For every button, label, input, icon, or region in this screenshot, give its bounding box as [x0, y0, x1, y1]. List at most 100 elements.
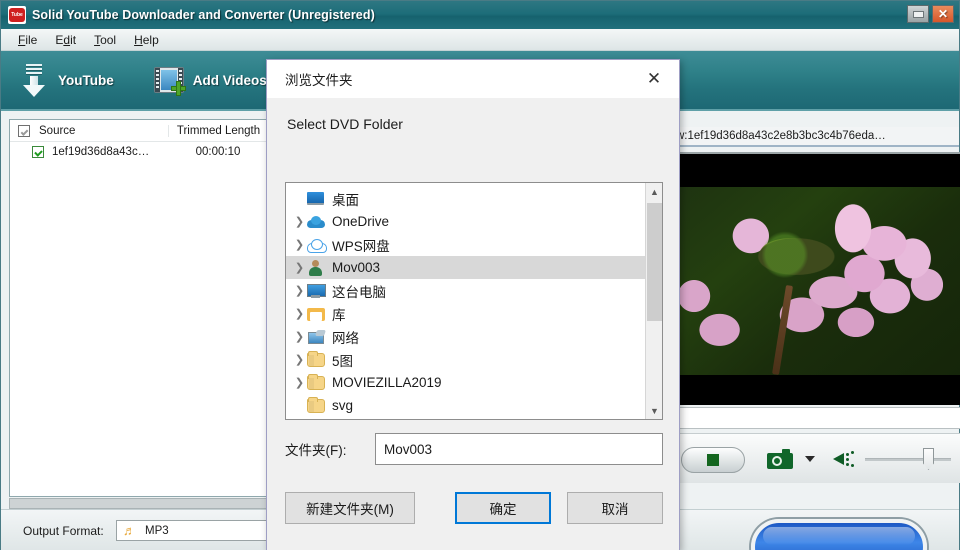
- menubar: FFileile Edit Tool Help: [1, 29, 959, 51]
- row-trimmed-length: 00:00:10: [168, 146, 268, 158]
- output-format-label: Output Format:: [23, 524, 104, 538]
- tree-item-this-pc[interactable]: ❯ 这台电脑: [286, 279, 646, 302]
- table-row[interactable]: 1ef19d36d8a43c… 00:00:10: [10, 142, 270, 162]
- folder-name-row: 文件夹(F): Mov003: [285, 432, 663, 466]
- select-all-checkbox[interactable]: [18, 125, 30, 137]
- user-icon: [307, 260, 329, 276]
- dialog-heading: Select DVD Folder: [267, 98, 679, 132]
- ok-button[interactable]: 确定: [455, 492, 551, 524]
- stop-square-icon: [707, 454, 719, 466]
- tree-item-label: Mov003: [329, 260, 380, 275]
- tree-item-wps-cloud[interactable]: ❯ WPS网盘: [286, 233, 646, 256]
- chevron-down-icon[interactable]: [805, 456, 815, 462]
- tree-expander[interactable]: ❯: [292, 215, 307, 228]
- seek-bar[interactable]: [677, 407, 960, 429]
- tree-expander[interactable]: ❯: [292, 238, 307, 251]
- youtube-download-button[interactable]: YouTube: [19, 63, 114, 97]
- tree-item-label: 网络: [329, 327, 359, 347]
- row-source-cell: 1ef19d36d8a43c…: [10, 146, 168, 158]
- folder-tree[interactable]: 桌面 ❯ OneDrive ❯ WPS网盘 ❯ Mov003: [285, 182, 663, 420]
- snapshot-button[interactable]: [767, 449, 793, 469]
- menu-item-help[interactable]: Help: [125, 31, 168, 49]
- folder-icon: [307, 399, 329, 413]
- column-header-source-cell: Source: [10, 125, 168, 137]
- close-icon: ✕: [938, 7, 948, 21]
- menu-item-tool[interactable]: Tool: [85, 31, 125, 49]
- volume-slider-track[interactable]: [865, 458, 951, 461]
- tree-item-desktop[interactable]: 桌面: [286, 187, 646, 210]
- tree-item-svg[interactable]: svg: [286, 394, 646, 417]
- window-controls: ✕: [907, 5, 954, 23]
- close-button[interactable]: ✕: [932, 5, 954, 23]
- this-pc-icon: [307, 284, 329, 298]
- cloud-outline-icon: [307, 239, 329, 251]
- tree-item-label: OneDrive: [329, 214, 389, 229]
- tree-item-label: MOVIEZILLA2019: [329, 375, 442, 390]
- youtube-button-label: YouTube: [58, 73, 114, 88]
- cancel-button[interactable]: 取消: [567, 492, 663, 524]
- tree-expander[interactable]: ❯: [292, 284, 307, 297]
- new-folder-button[interactable]: 新建文件夹(M): [285, 492, 415, 524]
- window-title: Solid YouTube Downloader and Converter (…: [32, 8, 375, 22]
- video-preview[interactable]: [677, 152, 960, 405]
- tree-expander[interactable]: ❯: [292, 307, 307, 320]
- browse-folder-dialog: 浏览文件夹 ✕ Select DVD Folder 桌面 ❯ OneDrive …: [266, 59, 680, 550]
- window-titlebar: Tube Solid YouTube Downloader and Conver…: [1, 1, 959, 29]
- file-list-horizontal-scrollbar[interactable]: [9, 498, 271, 509]
- music-note-icon: ♬: [123, 524, 136, 537]
- youtube-logo-icon: Tube: [8, 6, 26, 24]
- start-button[interactable]: [751, 519, 927, 550]
- volume-slider-thumb[interactable]: [923, 448, 934, 470]
- output-format-value: MP3: [145, 525, 169, 537]
- scroll-down-icon[interactable]: ▼: [646, 402, 663, 419]
- dialog-titlebar: 浏览文件夹 ✕: [267, 60, 679, 98]
- folder-tree-scrollbar[interactable]: ▲ ▼: [645, 183, 662, 419]
- add-videos-button[interactable]: Add Videos: [154, 67, 267, 93]
- tree-item-label: 这台电脑: [329, 281, 386, 301]
- tree-item-moviezilla2019[interactable]: ❯ MOVIEZILLA2019: [286, 371, 646, 394]
- tree-item-partial[interactable]: [286, 417, 646, 420]
- video-preview-image: [677, 187, 960, 375]
- source-file-list[interactable]: Source Trimmed Length 1ef19d36d8a43c… 00…: [9, 119, 271, 497]
- tree-item-library[interactable]: ❯ 库: [286, 302, 646, 325]
- minimize-button[interactable]: [907, 5, 929, 23]
- desktop-icon: [307, 192, 329, 205]
- tree-item-label: WPS网盘: [329, 235, 390, 255]
- network-icon: [307, 330, 329, 344]
- folder-name-input[interactable]: Mov003: [375, 433, 663, 465]
- onedrive-cloud-icon: [307, 216, 329, 228]
- row-checkbox[interactable]: [32, 146, 44, 158]
- stop-button[interactable]: [681, 447, 745, 473]
- folder-icon: [307, 353, 329, 367]
- tree-item-network[interactable]: ❯ 网络: [286, 325, 646, 348]
- scrollbar-thumb[interactable]: [647, 203, 662, 321]
- close-icon[interactable]: ✕: [633, 62, 675, 96]
- download-arrow-icon: [19, 63, 49, 97]
- add-videos-button-label: Add Videos: [193, 73, 267, 88]
- tree-item-5tu[interactable]: ❯ 5图: [286, 348, 646, 371]
- library-folder-icon: [307, 307, 329, 321]
- folder-tree-list: 桌面 ❯ OneDrive ❯ WPS网盘 ❯ Mov003: [286, 183, 646, 420]
- speaker-icon[interactable]: [833, 450, 855, 468]
- tree-item-label: 桌面: [329, 189, 359, 209]
- scroll-up-icon[interactable]: ▲: [646, 183, 663, 200]
- folder-name-label: 文件夹(F):: [285, 439, 375, 459]
- tree-expander[interactable]: ❯: [292, 330, 307, 343]
- application-window: Tube Solid YouTube Downloader and Conver…: [0, 0, 960, 550]
- minimize-icon: [913, 11, 924, 18]
- menu-item-file[interactable]: FFileile: [9, 31, 46, 49]
- player-controls: [677, 433, 960, 483]
- tree-item-label: 库: [329, 304, 346, 324]
- tree-item-onedrive[interactable]: ❯ OneDrive: [286, 210, 646, 233]
- tree-item-mov003[interactable]: ❯ Mov003: [286, 256, 646, 279]
- tree-expander[interactable]: ❯: [292, 376, 307, 389]
- row-source-name: 1ef19d36d8a43c…: [52, 146, 149, 158]
- column-header-source: Source: [39, 125, 75, 137]
- tree-item-label: svg: [329, 398, 353, 413]
- menu-item-edit[interactable]: Edit: [46, 31, 85, 49]
- film-plus-icon: [154, 67, 184, 93]
- dialog-buttons: 新建文件夹(M) 确定 取消: [285, 492, 663, 524]
- tree-expander[interactable]: ❯: [292, 353, 307, 366]
- file-list-header: Source Trimmed Length: [10, 120, 270, 142]
- tree-expander[interactable]: ❯: [292, 261, 307, 274]
